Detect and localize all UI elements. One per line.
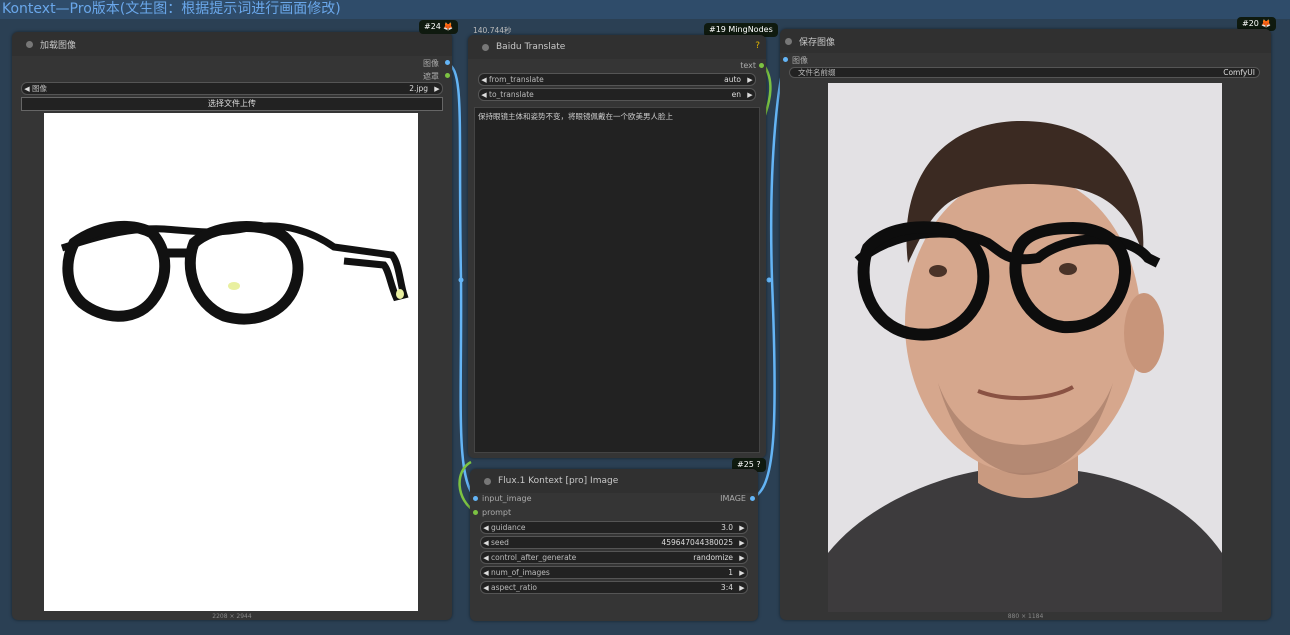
output-mask-dot[interactable] [445,73,450,78]
load-image-dims: 2208 × 2944 [212,613,252,620]
load-image-title-bar[interactable]: 加载图像 [12,32,452,56]
save-image-node[interactable]: 保存图像 图像 文件名前缀 ComfyUI 880 × 1184 [780,29,1271,620]
arrow-right-icon[interactable]: ▶ [745,76,755,84]
result-image-portrait [828,83,1222,612]
input-image-dot[interactable] [473,496,478,501]
output-image-label: 图像 [423,59,439,68]
output-image-dot[interactable] [750,496,755,501]
arrow-right-icon[interactable]: ▶ [737,539,747,547]
arrow-left-icon[interactable]: ◀ [481,584,491,592]
input-image-dot[interactable] [783,57,788,62]
baidu-title-bar[interactable]: Baidu Translate ? [468,35,766,59]
upload-button[interactable]: 选择文件上传 [21,97,443,111]
to-translate-select[interactable]: ◀ to_translate en ▶ [478,88,756,101]
arrow-left-icon[interactable]: ◀ [481,524,491,532]
image-select-label: 图像 [32,84,47,93]
guidance-widget[interactable]: ◀ guidance 3.0 ▶ [480,521,748,534]
output-mask-label: 遮罩 [423,72,439,81]
filename-prefix-label: 文件名前缀 [798,68,836,77]
num-of-images-label: num_of_images [491,568,550,577]
arrow-right-icon[interactable]: ▶ [432,85,442,93]
from-translate-value: auto [724,75,741,84]
aspect-ratio-value: 3:4 [720,583,733,592]
flux-title: Flux.1 Kontext [pro] Image [498,476,619,486]
flux-kontext-node[interactable]: Flux.1 Kontext [pro] Image input_image I… [470,469,758,621]
arrow-right-icon[interactable]: ▶ [737,554,747,562]
baidu-translate-node[interactable]: Baidu Translate ? text ◀ from_translate … [468,35,766,458]
arrow-left-icon[interactable]: ◀ [481,569,491,577]
from-translate-select[interactable]: ◀ from_translate auto ▶ [478,73,756,86]
arrow-right-icon[interactable]: ▶ [737,584,747,592]
arrow-right-icon[interactable]: ▶ [745,91,755,99]
arrow-left-icon[interactable]: ◀ [479,76,489,84]
arrow-left-icon[interactable]: ◀ [22,85,32,93]
prompt-dot[interactable] [473,510,478,515]
output-text-dot[interactable] [759,63,764,68]
to-translate-label: to_translate [489,90,534,99]
to-translate-value: en [731,90,741,99]
control-after-generate-label: control_after_generate [491,553,577,562]
save-image-title-bar[interactable]: 保存图像 [780,29,1271,53]
aspect-ratio-label: aspect_ratio [491,583,537,592]
arrow-left-icon[interactable]: ◀ [481,539,491,547]
output-text-label: text [740,61,756,70]
load-image-node[interactable]: 加载图像 图像 遮罩 ◀ 图像 2.jpg ▶ 选择文件上传 2208 × 29… [12,32,452,620]
load-image-title: 加载图像 [40,40,77,51]
seed-value: 459647044380025 [661,538,733,547]
collapse-dot[interactable] [785,37,792,45]
control-after-generate-widget[interactable]: ◀ control_after_generate randomize ▶ [480,551,748,564]
aspect-ratio-widget[interactable]: ◀ aspect_ratio 3:4 ▶ [480,581,748,594]
num-of-images-widget[interactable]: ◀ num_of_images 1 ▶ [480,566,748,579]
baidu-title: Baidu Translate [496,42,566,52]
num-of-images-value: 1 [728,568,733,577]
seed-widget[interactable]: ◀ seed 459647044380025 ▶ [480,536,748,549]
seed-label: seed [491,538,509,547]
control-after-generate-value: randomize [693,553,733,562]
save-image-title: 保存图像 [799,37,836,48]
translate-text-input[interactable]: 保持眼镜主体和姿势不变，将眼镜佩戴在一个欧美男人脸上 [474,107,760,453]
arrow-right-icon[interactable]: ▶ [737,569,747,577]
arrow-right-icon[interactable]: ▶ [737,524,747,532]
glasses-icon [60,220,409,325]
arrow-left-icon[interactable]: ◀ [479,91,489,99]
output-image-dot[interactable] [445,60,450,65]
image-select[interactable]: ◀ 图像 2.jpg ▶ [21,82,443,95]
collapse-dot[interactable] [26,40,33,48]
guidance-label: guidance [491,523,526,532]
portrait-icon [828,120,1222,612]
filename-prefix-field[interactable]: 文件名前缀 ComfyUI [789,67,1260,78]
input-image-label: input_image [482,494,532,503]
guidance-value: 3.0 [721,523,733,532]
filename-prefix-value: ComfyUI [1223,68,1255,77]
collapse-dot[interactable] [482,43,489,51]
collapse-dot[interactable] [484,477,491,485]
preview-image-glasses [44,113,418,611]
load-image-badge: #24 🦊 [419,20,459,34]
output-image-label: IMAGE [720,494,746,503]
input-image-label: 图像 [792,56,808,65]
image-select-value: 2.jpg [409,84,428,93]
group-title[interactable]: Kontext—Pro版本(文生图：根据提示词进行画面修改) [0,0,1290,19]
arrow-left-icon[interactable]: ◀ [481,554,491,562]
flux-title-bar[interactable]: Flux.1 Kontext [pro] Image [470,469,758,493]
from-translate-label: from_translate [489,75,544,84]
help-icon[interactable]: ? [755,41,760,51]
save-image-dims: 880 × 1184 [1007,613,1044,620]
prompt-label: prompt [482,508,512,517]
